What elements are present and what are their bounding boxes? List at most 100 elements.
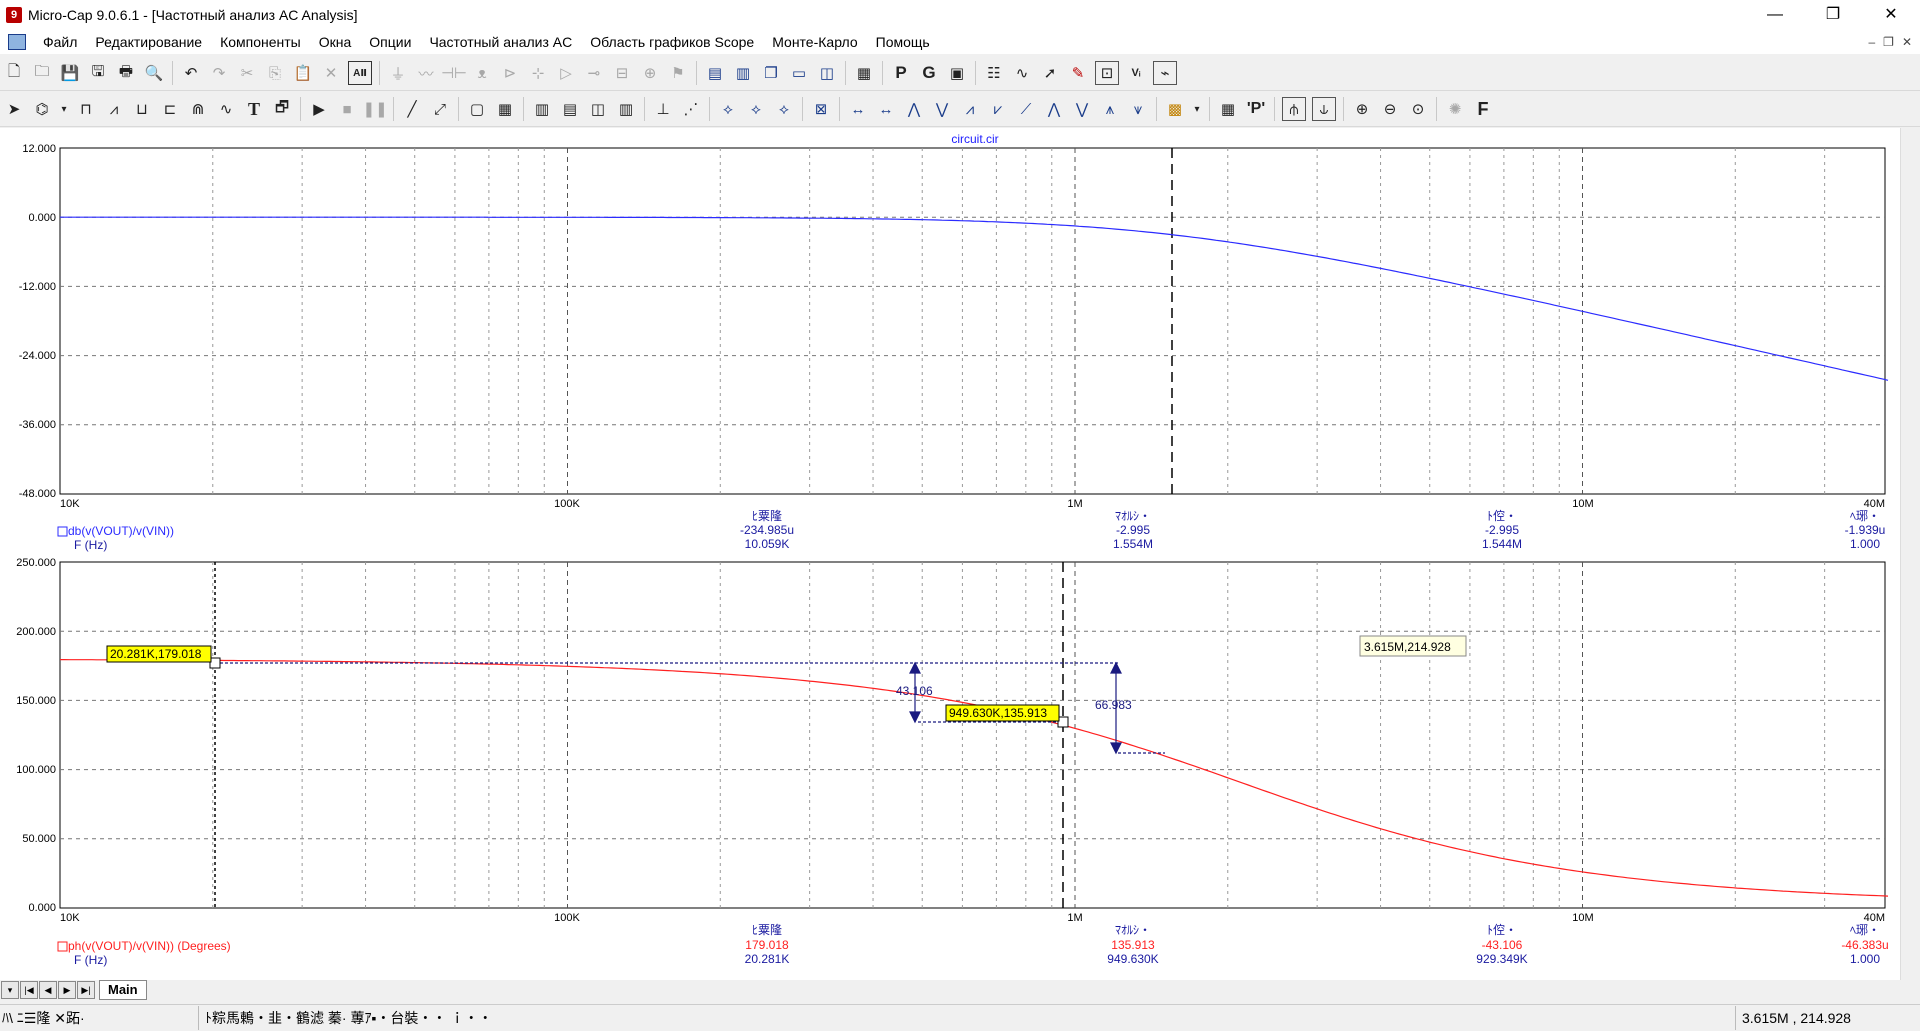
grid-text-icon[interactable]: ⋒ (187, 98, 209, 120)
cut-icon[interactable]: ✂ (236, 62, 258, 84)
font-f-icon[interactable]: F (1472, 98, 1494, 120)
minimize-button[interactable]: — (1746, 0, 1804, 30)
arrow-line-icon[interactable]: ⤢ (429, 98, 451, 120)
table4-icon[interactable]: ▥ (615, 98, 637, 120)
pointer-arrow-icon[interactable]: ➚ (1039, 62, 1061, 84)
restore-button[interactable]: ❐ (1804, 0, 1862, 30)
chevron-down-icon[interactable]: ▾ (59, 98, 69, 120)
zoom-fit-icon[interactable]: ⊕ (1351, 98, 1373, 120)
cursor-a-icon[interactable]: ⟡ (717, 98, 739, 120)
port-icon[interactable]: ⊏ (159, 98, 181, 120)
inductor-icon[interactable]: ᴥ (471, 62, 493, 84)
high-icon[interactable]: ⩘ (959, 98, 981, 120)
mdi-window-icon[interactable] (8, 34, 26, 50)
menu-file[interactable]: Файл (34, 34, 86, 50)
chart-props-icon[interactable]: ⊠ (810, 98, 832, 120)
graphs-b-icon[interactable]: ⫝ (1312, 97, 1336, 121)
mdi-restore-button[interactable]: ❐ (1883, 35, 1894, 49)
window-b-icon[interactable]: ◫ (816, 62, 838, 84)
capacitor-icon[interactable]: ⊣⊢ (441, 62, 467, 84)
ground-icon[interactable]: ⏚ (387, 62, 409, 84)
grid-icon[interactable]: ▦ (494, 98, 516, 120)
bus-icon[interactable]: ⊔ (131, 98, 153, 120)
print-preview-icon[interactable]: 🔍 (143, 62, 165, 84)
line-icon[interactable]: ╱ (401, 98, 423, 120)
stop-icon[interactable]: ■ (336, 98, 358, 120)
menu-edit[interactable]: Редактирование (86, 34, 211, 50)
copy-icon[interactable]: ⎘ (264, 62, 286, 84)
plot2-trace-checkbox[interactable] (57, 941, 68, 952)
mdi-minimize-button[interactable]: – (1868, 35, 1875, 49)
pen-icon[interactable]: ✎ (1067, 62, 1089, 84)
inflection-icon[interactable]: ⋀ (1043, 98, 1065, 120)
menu-options[interactable]: Опции (360, 34, 420, 50)
component-select-icon[interactable]: ⌬ (31, 98, 53, 120)
tabs-menu-icon[interactable]: ▾ (1, 981, 19, 999)
prev-tab-icon[interactable]: ◀ (39, 981, 57, 999)
mdi-close-button[interactable]: ✕ (1902, 35, 1912, 49)
delete-icon[interactable]: ✕ (320, 62, 342, 84)
diode-icon[interactable]: ⊳ (499, 62, 521, 84)
diagonal-wire-icon[interactable]: ⩘ (103, 98, 125, 120)
transistor-icon[interactable]: ⊹ (527, 62, 549, 84)
run-icon[interactable]: ▶ (308, 98, 330, 120)
properties-icon[interactable]: ☷ (983, 62, 1005, 84)
waveform-icon[interactable]: ∿ (215, 98, 237, 120)
resistor-icon[interactable]: 〰 (415, 62, 437, 84)
plot1-trace-checkbox[interactable] (57, 526, 68, 537)
menu-components[interactable]: Компоненты (211, 34, 310, 50)
spectrum-icon[interactable]: ∿ (1011, 62, 1033, 84)
chevron-down-icon[interactable]: ▾ (1192, 98, 1202, 120)
source-icon[interactable]: ⊕ (639, 62, 661, 84)
tile-horizontal-icon[interactable]: ▤ (704, 62, 726, 84)
peak-icon[interactable]: ⋀ (903, 98, 925, 120)
first-tab-icon[interactable]: |◀ (20, 981, 38, 999)
probe-p-icon[interactable]: P (890, 62, 912, 84)
global-high-icon[interactable]: ⩚ (1099, 98, 1121, 120)
wave-view-icon[interactable]: ⌁ (1153, 61, 1177, 85)
undo-icon[interactable]: ↶ (180, 62, 202, 84)
rectangle-icon[interactable]: ▢ (466, 98, 488, 120)
crossover-icon[interactable]: ⋁ (1071, 98, 1093, 120)
menu-ac-analysis[interactable]: Частотный анализ AC (420, 34, 581, 50)
calculator-icon[interactable]: ▦ (853, 62, 875, 84)
tokens-icon[interactable]: ▩ (1164, 98, 1186, 120)
table1-icon[interactable]: ▥ (531, 98, 553, 120)
next-point-icon[interactable]: ↔ (847, 98, 869, 120)
window-a-icon[interactable]: ▭ (788, 62, 810, 84)
zoom-window-icon[interactable]: ⊙ (1407, 98, 1429, 120)
save-file-icon[interactable]: 💾 (59, 62, 81, 84)
text-all-icon[interactable]: AⅡ (348, 61, 372, 85)
wire-mode-icon[interactable]: ⊓ (75, 98, 97, 120)
tile-vertical-icon[interactable]: ▥ (732, 62, 754, 84)
component-editor-icon[interactable]: ▣ (946, 62, 968, 84)
next-tab-icon[interactable]: ▶ (58, 981, 76, 999)
vertical-scrollbar[interactable] (1900, 128, 1920, 984)
cursor-c-icon[interactable]: ⟡ (773, 98, 795, 120)
cascade-icon[interactable]: ❐ (760, 62, 782, 84)
zoom-in-icon[interactable]: ⊖ (1379, 98, 1401, 120)
switch-icon[interactable]: ⊸ (583, 62, 605, 84)
menu-scope[interactable]: Область графиков Scope (581, 34, 763, 50)
markers-icon[interactable]: ⋰ (680, 98, 702, 120)
save-all-icon[interactable]: 🖫 (87, 62, 109, 84)
global-low-icon[interactable]: ⩛ (1127, 98, 1149, 120)
menu-monte-carlo[interactable]: Монте-Карло (763, 34, 866, 50)
paste-icon[interactable]: 📋 (292, 62, 314, 84)
print-icon[interactable]: 🖶 (115, 62, 137, 84)
xy-scale-icon[interactable]: Vᵢ (1125, 62, 1147, 84)
new-file-icon[interactable]: 🗋 (3, 62, 25, 84)
opamp-icon[interactable]: ▷ (555, 62, 577, 84)
open-file-icon[interactable]: 🗀 (31, 62, 53, 84)
select-arrow-icon[interactable]: ➤ (3, 98, 25, 120)
plots-svg[interactable]: circuit.cir 12.000 0.000 -12.000 -24.000… (0, 128, 1900, 984)
probe-g-icon[interactable]: G (918, 62, 940, 84)
prev-point-icon[interactable]: ↔ (875, 98, 897, 120)
text-t-icon[interactable]: T (243, 98, 265, 120)
table3-icon[interactable]: ◫ (587, 98, 609, 120)
slope-icon[interactable]: ⟋ (1015, 98, 1037, 120)
redo-icon[interactable]: ↷ (208, 62, 230, 84)
pause-icon[interactable]: ❚❚ (362, 98, 387, 120)
battery-icon[interactable]: ⊟ (611, 62, 633, 84)
low-icon[interactable]: ⩗ (987, 98, 1009, 120)
